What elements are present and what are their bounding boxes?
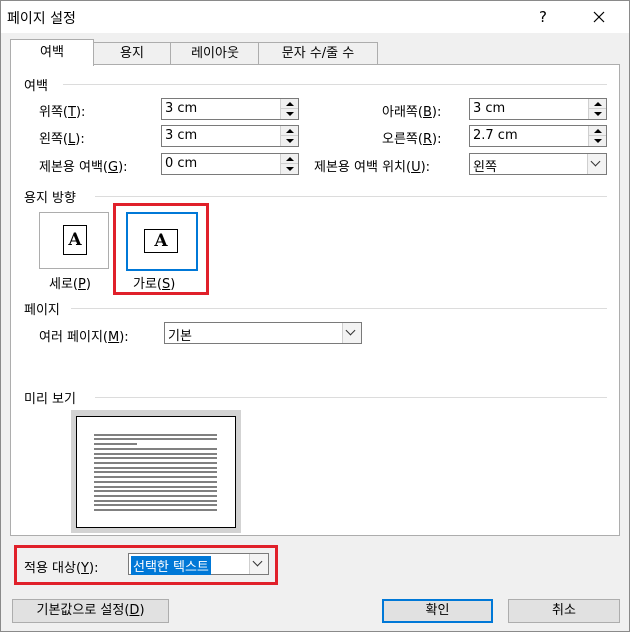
spin-down-button[interactable] — [589, 136, 606, 146]
arrow-down-icon — [286, 167, 294, 171]
margins-group-title: 여백 — [24, 79, 48, 94]
title-bar: 페이지 설정 ? — [1, 1, 629, 33]
spin-up-button[interactable] — [281, 99, 298, 109]
left-margin-value: 3 cm — [165, 128, 198, 143]
bottom-margin-value: 3 cm — [473, 101, 506, 116]
dropdown-button[interactable] — [587, 154, 606, 174]
right-margin-label: 오른쪽(R): — [382, 132, 442, 147]
preview-page — [76, 416, 236, 528]
chevron-down-icon — [590, 156, 601, 167]
arrow-up-icon — [286, 102, 294, 106]
gutter-position-value: 왼쪽 — [473, 160, 497, 175]
multiple-pages-value: 기본 — [168, 329, 192, 344]
gutter-label: 제본용 여백(G): — [39, 160, 128, 175]
top-margin-value: 3 cm — [165, 101, 198, 116]
pages-group-title: 페이지 — [24, 303, 60, 318]
window-title: 페이지 설정 — [7, 11, 76, 27]
portrait-page-icon: A — [63, 225, 87, 255]
gutter-spinner[interactable]: 0 cm — [161, 153, 299, 175]
chevron-down-icon — [345, 325, 356, 336]
close-button[interactable] — [577, 3, 621, 31]
preview-group-title: 미리 보기 — [24, 392, 76, 407]
preview-text-lines — [94, 434, 217, 511]
spin-down-button[interactable] — [281, 164, 298, 174]
highlight-apply-to — [14, 545, 278, 585]
highlight-orientation — [113, 203, 209, 295]
arrow-up-icon — [286, 129, 294, 133]
tab-margins[interactable]: 여백 — [10, 39, 94, 66]
set-default-button[interactable]: 기본값으로 설정(D) — [12, 599, 169, 623]
bottom-margin-label: 아래쪽(B): — [382, 105, 442, 120]
page-setup-dialog: 페이지 설정 ? 여백 용지 레이아웃 문자 수/줄 수 여백 위쪽(T): 3… — [0, 0, 630, 632]
spin-up-button[interactable] — [589, 99, 606, 109]
tab-paper[interactable]: 용지 — [92, 42, 172, 65]
arrow-up-icon — [594, 129, 602, 133]
margins-divider — [63, 84, 607, 85]
orientation-divider — [95, 196, 607, 197]
preview-divider — [95, 397, 607, 398]
orientation-group-title: 용지 방향 — [24, 191, 76, 206]
spin-down-button[interactable] — [589, 109, 606, 119]
portrait-option[interactable]: A — [39, 212, 109, 269]
gutter-value: 0 cm — [165, 156, 198, 171]
spin-down-button[interactable] — [281, 109, 298, 119]
arrow-up-icon — [594, 102, 602, 106]
left-margin-label: 왼쪽(L): — [39, 132, 85, 147]
multiple-pages-select[interactable]: 기본 — [164, 322, 362, 344]
portrait-label: 세로(P) — [49, 277, 91, 292]
arrow-down-icon — [594, 139, 602, 143]
preview-area — [71, 410, 241, 533]
spin-up-button[interactable] — [281, 126, 298, 136]
right-margin-spinner[interactable]: 2.7 cm — [469, 125, 607, 147]
tab-chars-lines[interactable]: 문자 수/줄 수 — [258, 42, 378, 65]
arrow-down-icon — [286, 139, 294, 143]
top-margin-spinner[interactable]: 3 cm — [161, 98, 299, 120]
help-button[interactable]: ? — [529, 3, 557, 31]
arrow-down-icon — [594, 112, 602, 116]
arrow-down-icon — [286, 112, 294, 116]
ok-button[interactable]: 확인 — [382, 599, 493, 623]
spin-down-button[interactable] — [281, 136, 298, 146]
top-margin-label: 위쪽(T): — [39, 105, 86, 120]
pages-divider — [71, 308, 607, 309]
close-icon — [593, 11, 605, 23]
cancel-button[interactable]: 취소 — [508, 599, 620, 623]
left-margin-spinner[interactable]: 3 cm — [161, 125, 299, 147]
right-margin-value: 2.7 cm — [473, 128, 518, 143]
gutter-position-label: 제본용 여백 위치(U): — [314, 160, 431, 175]
multiple-pages-label: 여러 페이지(M): — [39, 330, 129, 345]
arrow-up-icon — [286, 157, 294, 161]
spin-up-button[interactable] — [589, 126, 606, 136]
tab-layout[interactable]: 레이아웃 — [170, 42, 260, 65]
spin-up-button[interactable] — [281, 154, 298, 164]
gutter-position-select[interactable]: 왼쪽 — [469, 153, 607, 175]
dropdown-button[interactable] — [342, 323, 361, 343]
bottom-margin-spinner[interactable]: 3 cm — [469, 98, 607, 120]
